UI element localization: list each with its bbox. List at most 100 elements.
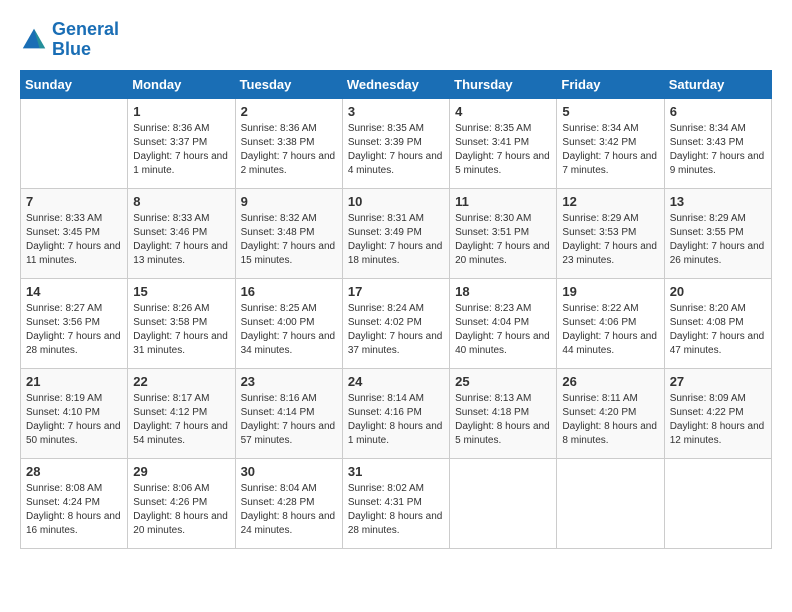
weekday-header-row: SundayMondayTuesdayWednesdayThursdayFrid…	[21, 70, 772, 98]
calendar-cell: 21 Sunrise: 8:19 AMSunset: 4:10 PMDayligh…	[21, 368, 128, 458]
calendar-cell: 8Sunrise: 8:33 AMSunset: 3:46 PMDaylight…	[128, 188, 235, 278]
weekday-header-wednesday: Wednesday	[342, 70, 449, 98]
day-number: 21	[26, 374, 122, 389]
cell-info: Sunrise: 8:33 AMSunset: 3:46 PMDaylight:…	[133, 212, 229, 268]
day-number: 25	[455, 374, 551, 389]
weekday-header-sunday: Sunday	[21, 70, 128, 98]
calendar-cell: 15 Sunrise: 8:26 AMSunset: 3:58 PMDayligh…	[128, 278, 235, 368]
cell-info: Sunrise: 8:34 AMSunset: 3:43 PMDaylight:…	[670, 122, 766, 178]
calendar-cell: 17 Sunrise: 8:24 AMSunset: 4:02 PMDayligh…	[342, 278, 449, 368]
calendar-cell: 24 Sunrise: 8:14 AMSunset: 4:16 PMDayligh…	[342, 368, 449, 458]
cell-info: Sunrise: 8:08 AMSunset: 4:24 PMDaylight:…	[26, 482, 122, 538]
cell-info: Sunrise: 8:33 AMSunset: 3:45 PMDaylight:…	[26, 212, 122, 268]
day-number: 30	[241, 464, 337, 479]
calendar-cell: 20 Sunrise: 8:20 AMSunset: 4:08 PMDayligh…	[664, 278, 771, 368]
day-number: 6	[670, 104, 766, 119]
calendar-week-row: 1 Sunrise: 8:36 AMSunset: 3:37 PMDaylight…	[21, 98, 772, 188]
day-number: 24	[348, 374, 444, 389]
day-number: 17	[348, 284, 444, 299]
day-number: 29	[133, 464, 229, 479]
page-header: General Blue	[20, 20, 772, 60]
calendar-cell: 29 Sunrise: 8:06 AMSunset: 4:26 PMDayligh…	[128, 458, 235, 548]
day-number: 7	[26, 194, 122, 209]
calendar-cell: 18Sunrise: 8:23 AMSunset: 4:04 PMDayligh…	[450, 278, 557, 368]
day-number: 13	[670, 194, 766, 209]
day-number: 16	[241, 284, 337, 299]
cell-info: Sunrise: 8:36 AMSunset: 3:37 PMDaylight:…	[133, 122, 229, 178]
calendar-cell: 31 Sunrise: 8:02 AMSunset: 4:31 PMDayligh…	[342, 458, 449, 548]
cell-info: Sunrise: 8:09 AMSunset: 4:22 PMDaylight:…	[670, 392, 766, 448]
weekday-header-saturday: Saturday	[664, 70, 771, 98]
cell-info: Sunrise: 8:20 AMSunset: 4:08 PMDaylight:…	[670, 302, 766, 358]
day-number: 19	[562, 284, 658, 299]
cell-info: Sunrise: 8:23 AMSunset: 4:04 PMDaylight:…	[455, 302, 551, 358]
day-number: 26	[562, 374, 658, 389]
calendar-cell: 16 Sunrise: 8:25 AMSunset: 4:00 PMDayligh…	[235, 278, 342, 368]
day-number: 14	[26, 284, 122, 299]
day-number: 4	[455, 104, 551, 119]
cell-info: Sunrise: 8:26 AMSunset: 3:58 PMDaylight:…	[133, 302, 229, 358]
cell-info: Sunrise: 8:31 AMSunset: 3:49 PMDaylight:…	[348, 212, 444, 268]
day-number: 23	[241, 374, 337, 389]
calendar-cell: 4 Sunrise: 8:35 AMSunset: 3:41 PMDaylight…	[450, 98, 557, 188]
calendar-cell: 25 Sunrise: 8:13 AMSunset: 4:18 PMDayligh…	[450, 368, 557, 458]
day-number: 12	[562, 194, 658, 209]
weekday-header-tuesday: Tuesday	[235, 70, 342, 98]
calendar-week-row: 28 Sunrise: 8:08 AMSunset: 4:24 PMDayligh…	[21, 458, 772, 548]
calendar-cell: 13Sunrise: 8:29 AMSunset: 3:55 PMDayligh…	[664, 188, 771, 278]
cell-info: Sunrise: 8:34 AMSunset: 3:42 PMDaylight:…	[562, 122, 658, 178]
calendar-cell: 19 Sunrise: 8:22 AMSunset: 4:06 PMDayligh…	[557, 278, 664, 368]
cell-info: Sunrise: 8:29 AMSunset: 3:53 PMDaylight:…	[562, 212, 658, 268]
cell-info: Sunrise: 8:25 AMSunset: 4:00 PMDaylight:…	[241, 302, 337, 358]
calendar-cell: 23 Sunrise: 8:16 AMSunset: 4:14 PMDayligh…	[235, 368, 342, 458]
calendar-cell: 3 Sunrise: 8:35 AMSunset: 3:39 PMDaylight…	[342, 98, 449, 188]
calendar-cell: 2 Sunrise: 8:36 AMSunset: 3:38 PMDaylight…	[235, 98, 342, 188]
cell-info: Sunrise: 8:11 AMSunset: 4:20 PMDaylight:…	[562, 392, 658, 448]
weekday-header-monday: Monday	[128, 70, 235, 98]
day-number: 11	[455, 194, 551, 209]
calendar-cell: 14 Sunrise: 8:27 AMSunset: 3:56 PMDayligh…	[21, 278, 128, 368]
calendar-cell: 10Sunrise: 8:31 AMSunset: 3:49 PMDayligh…	[342, 188, 449, 278]
cell-info: Sunrise: 8:35 AMSunset: 3:41 PMDaylight:…	[455, 122, 551, 178]
calendar-week-row: 21 Sunrise: 8:19 AMSunset: 4:10 PMDayligh…	[21, 368, 772, 458]
calendar-week-row: 14 Sunrise: 8:27 AMSunset: 3:56 PMDayligh…	[21, 278, 772, 368]
cell-info: Sunrise: 8:27 AMSunset: 3:56 PMDaylight:…	[26, 302, 122, 358]
day-number: 1	[133, 104, 229, 119]
day-number: 28	[26, 464, 122, 479]
day-number: 15	[133, 284, 229, 299]
cell-info: Sunrise: 8:32 AMSunset: 3:48 PMDaylight:…	[241, 212, 337, 268]
cell-info: Sunrise: 8:36 AMSunset: 3:38 PMDaylight:…	[241, 122, 337, 178]
calendar-cell: 28 Sunrise: 8:08 AMSunset: 4:24 PMDayligh…	[21, 458, 128, 548]
calendar-cell	[664, 458, 771, 548]
cell-info: Sunrise: 8:02 AMSunset: 4:31 PMDaylight:…	[348, 482, 444, 538]
day-number: 9	[241, 194, 337, 209]
cell-info: Sunrise: 8:30 AMSunset: 3:51 PMDaylight:…	[455, 212, 551, 268]
calendar-table: SundayMondayTuesdayWednesdayThursdayFrid…	[20, 70, 772, 549]
calendar-cell	[557, 458, 664, 548]
cell-info: Sunrise: 8:14 AMSunset: 4:16 PMDaylight:…	[348, 392, 444, 448]
day-number: 31	[348, 464, 444, 479]
cell-info: Sunrise: 8:35 AMSunset: 3:39 PMDaylight:…	[348, 122, 444, 178]
calendar-cell: 7 Sunrise: 8:33 AMSunset: 3:45 PMDaylight…	[21, 188, 128, 278]
day-number: 2	[241, 104, 337, 119]
cell-info: Sunrise: 8:04 AMSunset: 4:28 PMDaylight:…	[241, 482, 337, 538]
calendar-cell: 5Sunrise: 8:34 AMSunset: 3:42 PMDaylight…	[557, 98, 664, 188]
day-number: 3	[348, 104, 444, 119]
cell-info: Sunrise: 8:13 AMSunset: 4:18 PMDaylight:…	[455, 392, 551, 448]
cell-info: Sunrise: 8:22 AMSunset: 4:06 PMDaylight:…	[562, 302, 658, 358]
logo-text: General Blue	[52, 20, 119, 60]
day-number: 20	[670, 284, 766, 299]
calendar-cell: 27Sunrise: 8:09 AMSunset: 4:22 PMDayligh…	[664, 368, 771, 458]
cell-info: Sunrise: 8:16 AMSunset: 4:14 PMDaylight:…	[241, 392, 337, 448]
calendar-cell: 1 Sunrise: 8:36 AMSunset: 3:37 PMDaylight…	[128, 98, 235, 188]
weekday-header-friday: Friday	[557, 70, 664, 98]
cell-info: Sunrise: 8:17 AMSunset: 4:12 PMDaylight:…	[133, 392, 229, 448]
calendar-cell	[21, 98, 128, 188]
calendar-cell: 22Sunrise: 8:17 AMSunset: 4:12 PMDayligh…	[128, 368, 235, 458]
cell-info: Sunrise: 8:19 AMSunset: 4:10 PMDaylight:…	[26, 392, 122, 448]
calendar-cell: 26 Sunrise: 8:11 AMSunset: 4:20 PMDayligh…	[557, 368, 664, 458]
cell-info: Sunrise: 8:06 AMSunset: 4:26 PMDaylight:…	[133, 482, 229, 538]
logo-icon	[20, 26, 48, 54]
calendar-cell: 12 Sunrise: 8:29 AMSunset: 3:53 PMDayligh…	[557, 188, 664, 278]
cell-info: Sunrise: 8:24 AMSunset: 4:02 PMDaylight:…	[348, 302, 444, 358]
